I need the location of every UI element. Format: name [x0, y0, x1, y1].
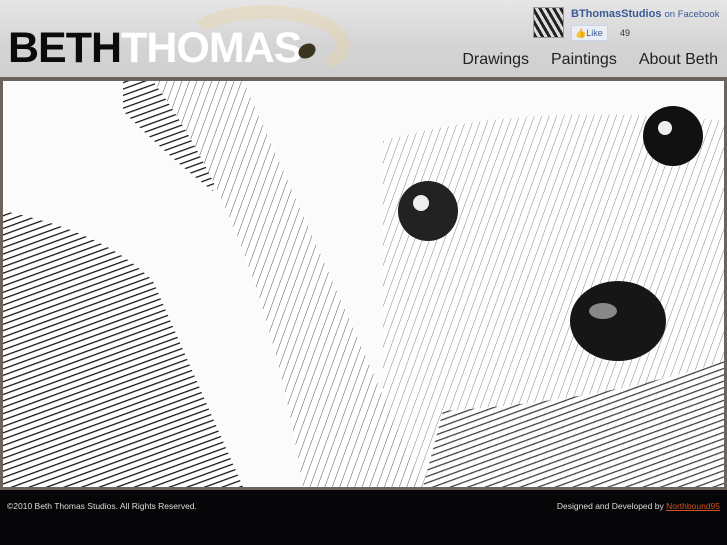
credit-text: Designed and Developed by Northbound95: [556, 501, 720, 511]
copyright-text: ©2010 Beth Thomas Studios. All Rights Re…: [7, 501, 197, 511]
developer-link[interactable]: Northbound95: [666, 501, 720, 511]
featured-artwork-frame: [0, 77, 727, 490]
facebook-like-button[interactable]: 👍Like: [571, 25, 608, 41]
facebook-avatar[interactable]: [533, 7, 564, 38]
footer: ©2010 Beth Thomas Studios. All Rights Re…: [0, 490, 727, 545]
nav-paintings[interactable]: Paintings: [551, 51, 617, 69]
dog-drawing-image: [3, 81, 724, 487]
like-count: 49: [620, 28, 631, 38]
facebook-page-link[interactable]: BThomasStudios on Facebook: [571, 8, 719, 20]
nav-about-beth[interactable]: About Beth: [639, 51, 718, 69]
nav-drawings[interactable]: Drawings: [462, 51, 529, 69]
site-logo[interactable]: BETHTHOMAS: [8, 26, 302, 70]
header: BETHTHOMAS BThomasStudios on Facebook 👍L…: [0, 0, 727, 77]
main-nav: Drawings Paintings About Beth: [462, 51, 718, 69]
thumbs-up-icon: 👍: [575, 28, 587, 38]
